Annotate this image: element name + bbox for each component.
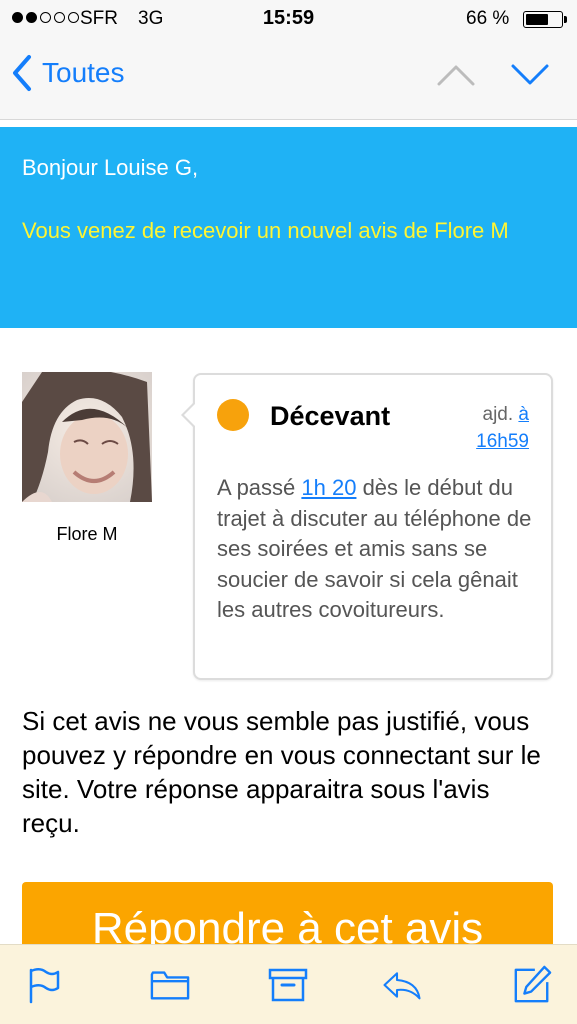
navigation-bar: Toutes bbox=[0, 40, 577, 120]
reviewer-avatar bbox=[22, 372, 152, 502]
review-date: ajd. à 16h59 bbox=[476, 401, 529, 455]
battery-percentage: 66 % bbox=[466, 8, 510, 29]
card-pointer-inner bbox=[184, 403, 196, 427]
folder-icon bbox=[150, 971, 190, 1000]
status-bar: SFR 3G 15:59 66 % bbox=[0, 0, 577, 40]
chevron-up-icon bbox=[437, 65, 475, 86]
review-text: A passé 1h 20 dès le début du trajet à d… bbox=[217, 473, 537, 626]
date-link-a[interactable]: à bbox=[518, 404, 529, 425]
archive-button[interactable] bbox=[268, 965, 308, 1005]
bottom-toolbar bbox=[0, 944, 577, 1024]
back-label: Toutes bbox=[42, 57, 125, 88]
archive-icon bbox=[268, 968, 308, 1002]
chevron-left-icon bbox=[13, 55, 31, 91]
reviewer-name: Flore M bbox=[56, 524, 118, 544]
rating-indicator-icon bbox=[217, 399, 249, 431]
intro-text: Vous venez de recevoir un nouvel avis de… bbox=[22, 218, 509, 243]
back-button[interactable]: Toutes bbox=[12, 54, 125, 92]
explanation-text: Si cet avis ne vous semble pas justifié,… bbox=[22, 706, 541, 838]
previous-message-button[interactable] bbox=[436, 62, 476, 93]
duration-link[interactable]: 1h 20 bbox=[301, 475, 356, 500]
flag-button[interactable] bbox=[24, 965, 64, 1005]
rating-label: Décevant bbox=[270, 401, 391, 431]
greeting-text: Bonjour Louise G, bbox=[22, 155, 199, 180]
battery-icon bbox=[523, 11, 563, 28]
compose-button[interactable] bbox=[512, 965, 552, 1005]
flag-icon bbox=[29, 968, 60, 1004]
battery-cap bbox=[564, 16, 567, 23]
compose-icon bbox=[514, 965, 552, 1003]
email-header-banner: Bonjour Louise G, Vous venez de recevoir… bbox=[0, 127, 577, 328]
date-link-time[interactable]: 16h59 bbox=[476, 431, 529, 452]
folder-button[interactable] bbox=[150, 965, 190, 1005]
reply-icon bbox=[383, 972, 421, 1000]
reply-button[interactable] bbox=[382, 965, 422, 1005]
next-message-button[interactable] bbox=[510, 62, 550, 93]
review-card: Décevant ajd. à 16h59 A passé 1h 20 dès … bbox=[181, 373, 553, 680]
date-prefix: ajd. bbox=[482, 404, 514, 425]
review-text-before: A passé bbox=[217, 475, 302, 500]
chevron-down-icon bbox=[511, 64, 549, 85]
